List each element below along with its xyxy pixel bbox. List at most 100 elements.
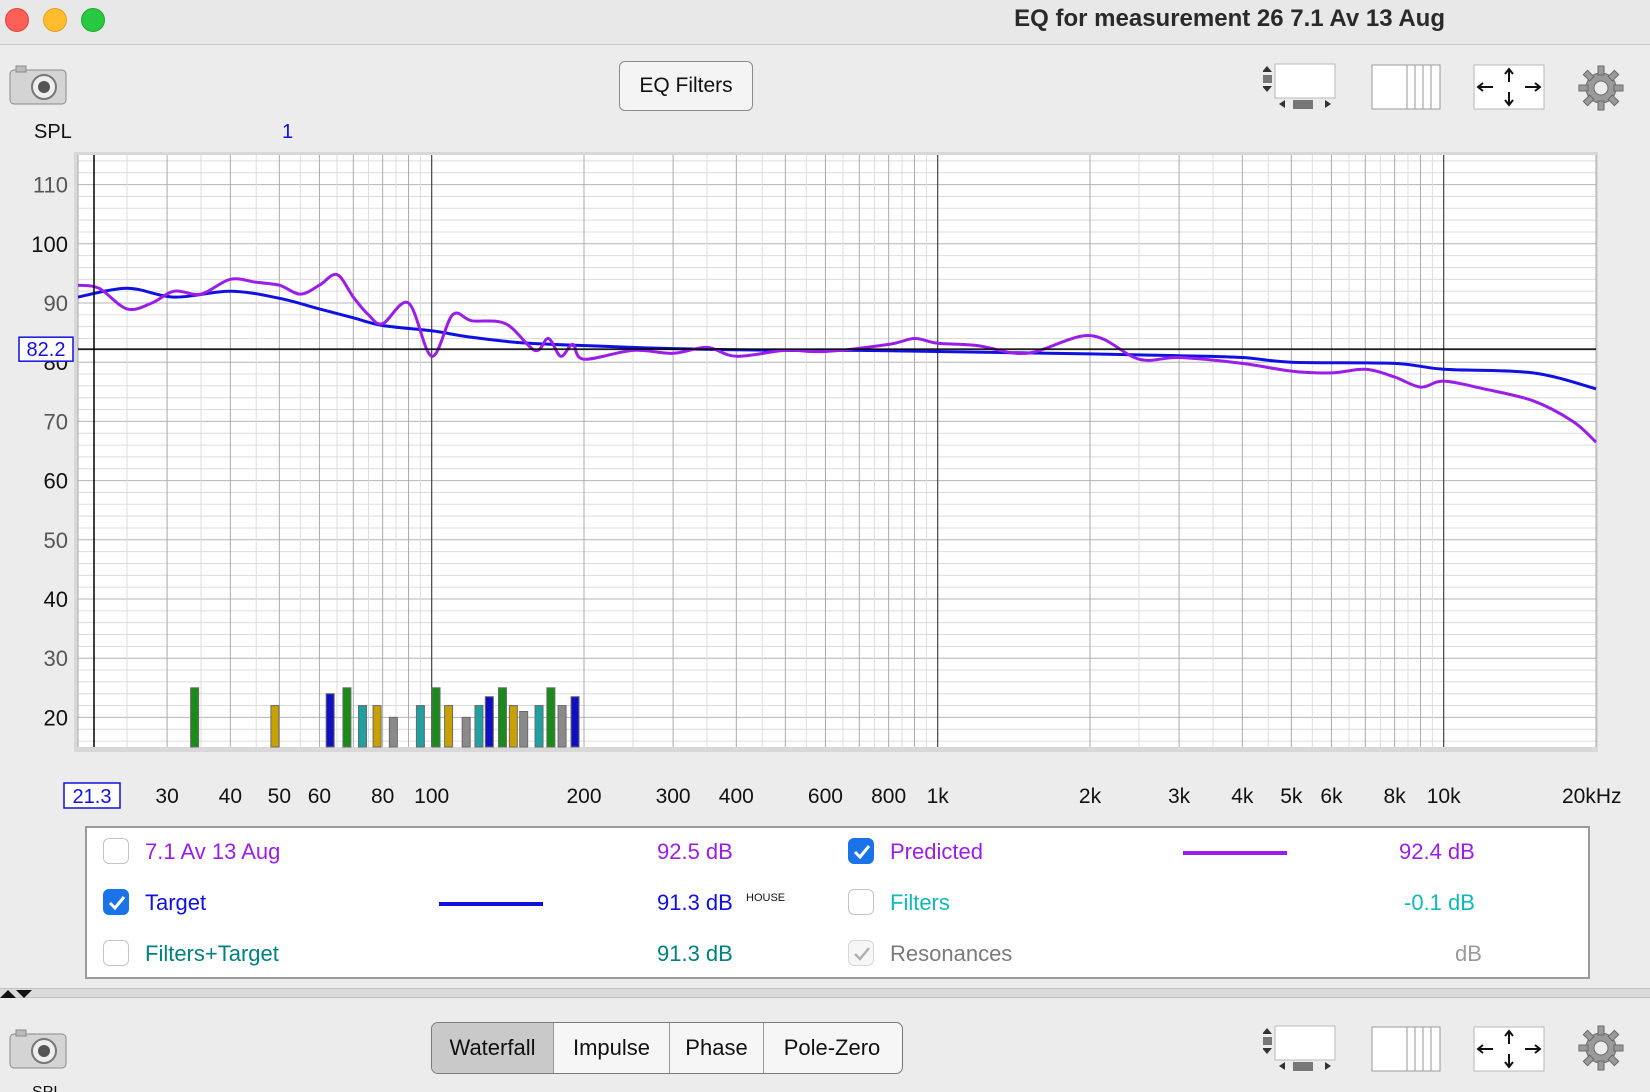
resonance-bar <box>461 716 471 748</box>
y-tick-label: 60 <box>44 469 68 494</box>
cursor-y-readout: 82.2 <box>18 336 74 362</box>
x-tick-label: 100 <box>414 785 449 808</box>
legend-label-target: Target <box>145 890 207 915</box>
tab-impulse[interactable]: Impulse <box>554 1023 670 1073</box>
x-tick-label: 4k <box>1231 785 1254 808</box>
x-tick-label: 400 <box>719 785 754 808</box>
y-tick-label: 90 <box>44 291 68 316</box>
resonance-bar <box>270 705 280 748</box>
x-axis-labels: 30 40 50 60 80 100 200 300 400 600 800 1k 2k 3k 4k 5k 6k… <box>155 785 1621 808</box>
bottom-view-tabs: Waterfall Impulse Phase Pole-Zero <box>431 1022 903 1074</box>
target-house-tag: HOUSE <box>746 892 786 904</box>
checkmark-icon <box>108 896 126 911</box>
vertical-zoom-control-bottom[interactable] <box>1262 1024 1339 1074</box>
gear-icon[interactable] <box>1577 1024 1625 1072</box>
legend-value-measurement: 92.5 dB <box>657 839 733 864</box>
predicted-line-swatch <box>1183 851 1287 855</box>
zoom-slider-icon <box>1262 63 1336 109</box>
x-tick-label: 40 <box>219 785 242 808</box>
target-line-swatch <box>439 902 543 906</box>
vertical-zoom-control[interactable] <box>1262 62 1339 112</box>
x-tick-label: 50 <box>268 785 291 808</box>
resonance-bar <box>484 696 494 748</box>
panel-divider[interactable] <box>0 988 1650 998</box>
resonance-bar <box>415 705 425 748</box>
x-tick-label: 600 <box>808 785 843 808</box>
legend-panel: 7.1 Av 13 Aug 92.5 dB Target 91.3 dB HOU… <box>85 826 1590 979</box>
x-tick-label: 5k <box>1280 785 1303 808</box>
checkbox-filters-target[interactable] <box>103 940 129 966</box>
y-tick-label: 30 <box>44 646 68 671</box>
y-tick-label: 40 <box>44 587 68 612</box>
y-tick-label: 50 <box>44 528 68 553</box>
legend-label-filters-target: Filters+Target <box>145 941 279 966</box>
legend-label-filters: Filters <box>890 890 950 915</box>
legend-value-resonances: dB <box>1455 941 1482 966</box>
checkbox-measurement[interactable] <box>103 838 129 864</box>
resonance-bar <box>431 687 441 748</box>
resonance-bar <box>534 705 544 748</box>
window-title: EQ for measurement 26 7.1 Av 13 Aug <box>1014 5 1445 32</box>
resonance-bar <box>474 705 484 748</box>
title-bar: EQ for measurement 26 7.1 Av 13 Aug <box>0 0 1650 45</box>
camera-icon[interactable] <box>8 1028 68 1070</box>
resonance-bar <box>546 687 556 748</box>
legend-value-target: 91.3 dB <box>657 890 733 915</box>
resonance-bar <box>557 705 567 748</box>
resonance-bar <box>372 705 382 748</box>
eq-filters-button[interactable]: EQ Filters <box>619 61 753 111</box>
resonance-bar <box>342 687 352 748</box>
bottom-y-axis-title: SPL <box>32 1084 62 1092</box>
close-window-button[interactable] <box>5 8 29 32</box>
tab-pole-zero[interactable]: Pole-Zero <box>764 1023 900 1073</box>
x-tick-label: 6k <box>1320 785 1343 808</box>
columns-layout-icon[interactable] <box>1371 64 1441 110</box>
x-tick-label: 300 <box>656 785 691 808</box>
resonance-bar <box>508 705 518 748</box>
checkbox-predicted[interactable] <box>848 838 874 864</box>
pan-arrows-icon[interactable] <box>1473 1026 1545 1072</box>
y-tick-label: 110 <box>33 173 68 198</box>
x-tick-label: 10k <box>1427 785 1461 808</box>
x-tick-label: 3k <box>1168 785 1191 808</box>
tab-waterfall[interactable]: Waterfall <box>432 1023 554 1073</box>
zoom-slider-icon <box>1262 1025 1336 1071</box>
legend-label-predicted: Predicted <box>890 839 983 864</box>
zoom-window-button[interactable] <box>81 8 105 32</box>
checkbox-target[interactable] <box>103 889 129 915</box>
y-tick-label: 100 <box>31 232 68 257</box>
x-tick-label: 2k <box>1079 785 1102 808</box>
svg-text:21.3: 21.3 <box>73 786 112 808</box>
legend-label-measurement: 7.1 Av 13 Aug <box>145 839 281 864</box>
legend-value-filters-target: 91.3 dB <box>657 941 733 966</box>
x-tick-label: 8k <box>1384 785 1407 808</box>
x-tick-label: 20kHz <box>1562 785 1622 808</box>
y-axis-labels: 1101009080706050403020 <box>31 173 68 731</box>
resonance-bar <box>497 687 507 748</box>
x-tick-label: 60 <box>308 785 331 808</box>
resonance-bar <box>388 716 398 748</box>
resonance-bar <box>358 705 368 748</box>
x-tick-label: 200 <box>566 785 601 808</box>
checkmark-icon <box>853 845 871 860</box>
spl-graph[interactable]: SPL 1 110 100 90 80 70 60 50 40 30 20 30 40 50 60 80 1… <box>0 120 1650 820</box>
x-tick-label: 80 <box>371 785 394 808</box>
pan-arrows-icon[interactable] <box>1473 64 1545 110</box>
checkbox-filters[interactable] <box>848 889 874 915</box>
minimize-window-button[interactable] <box>43 8 67 32</box>
y-tick-label: 20 <box>44 705 68 730</box>
tab-phase[interactable]: Phase <box>670 1023 764 1073</box>
camera-icon[interactable] <box>8 64 68 106</box>
legend-value-predicted: 92.4 dB <box>1399 839 1475 864</box>
resonance-bar <box>444 705 454 748</box>
x-tick-label: 1k <box>927 785 950 808</box>
y-axis-title: SPL <box>34 121 72 143</box>
columns-layout-icon[interactable] <box>1371 1026 1441 1072</box>
resonance-bar <box>519 710 529 748</box>
gear-icon[interactable] <box>1577 64 1625 112</box>
marker-label: 1 <box>282 121 293 143</box>
resonance-bar <box>570 696 580 748</box>
checkbox-resonances[interactable] <box>848 940 874 966</box>
collapse-arrows-icon[interactable] <box>0 988 40 1000</box>
svg-text:82.2: 82.2 <box>27 339 66 361</box>
